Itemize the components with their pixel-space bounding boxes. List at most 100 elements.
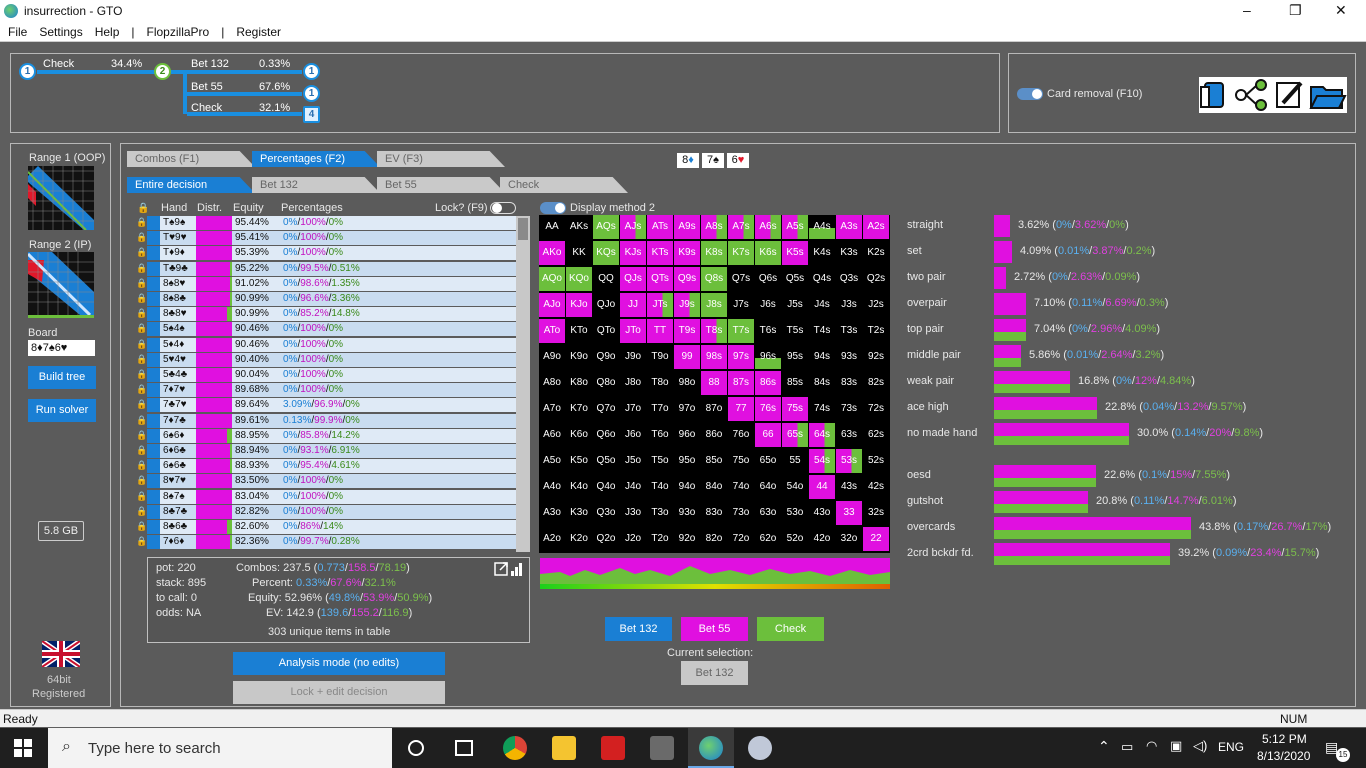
matrix-cell-86o[interactable]: 86o: [701, 423, 727, 447]
matrix-cell-52s[interactable]: 52s: [863, 449, 889, 473]
matrix-cell-JTo[interactable]: JTo: [620, 319, 646, 343]
matrix-cell-AA[interactable]: AA: [539, 215, 565, 239]
matrix-cell-T6s[interactable]: T6s: [755, 319, 781, 343]
row-lock-icon[interactable]: 🔒: [136, 399, 147, 410]
tab-bet55[interactable]: Bet 55: [377, 177, 505, 193]
matrix-cell-T7s[interactable]: T7s: [728, 319, 754, 343]
matrix-cell-Q3o[interactable]: Q3o: [593, 501, 619, 525]
chart-icon[interactable]: [511, 563, 522, 576]
matrix-cell-KQs[interactable]: KQs: [593, 241, 619, 265]
taskbar-search[interactable]: ⌕ Type here to search: [48, 728, 392, 768]
matrix-cell-97o[interactable]: 97o: [674, 397, 700, 421]
matrix-cell-J3o[interactable]: J3o: [620, 501, 646, 525]
table-row[interactable]: 🔒 8♠7♠ 83.04% 0%/100%/0%: [134, 489, 516, 504]
row-lock-icon[interactable]: 🔒: [136, 445, 147, 456]
matrix-cell-97s[interactable]: 97s: [728, 345, 754, 369]
scrollbar-thumb[interactable]: [518, 218, 528, 240]
matrix-cell-32o[interactable]: 32o: [836, 527, 862, 551]
matrix-cell-87s[interactable]: 87s: [728, 371, 754, 395]
table-row[interactable]: 🔒 5♦4♦ 90.46% 0%/100%/0%: [134, 337, 516, 352]
table-row[interactable]: 🔒 T♣9♣ 95.22% 0%/99.5%/0.51%: [134, 261, 516, 276]
menu-help[interactable]: Help: [95, 25, 120, 39]
tab-combos[interactable]: Combos (F1): [127, 151, 255, 167]
matrix-cell-J2o[interactable]: J2o: [620, 527, 646, 551]
matrix-cell-96s[interactable]: 96s: [755, 345, 781, 369]
matrix-cell-QJs[interactable]: QJs: [620, 267, 646, 291]
matrix-cell-T8o[interactable]: T8o: [647, 371, 673, 395]
matrix-cell-A8o[interactable]: A8o: [539, 371, 565, 395]
matrix-cell-65o[interactable]: 65o: [755, 449, 781, 473]
matrix-cell-64o[interactable]: 64o: [755, 475, 781, 499]
matrix-cell-98s[interactable]: 98s: [701, 345, 727, 369]
build-tree-button[interactable]: Build tree: [28, 366, 96, 389]
matrix-cell-K4o[interactable]: K4o: [566, 475, 592, 499]
matrix-cell-T4s[interactable]: T4s: [809, 319, 835, 343]
calculator-icon[interactable]: [650, 736, 674, 760]
legend-check-button[interactable]: Check: [757, 617, 824, 641]
matrix-cell-A3s[interactable]: A3s: [836, 215, 862, 239]
chrome-icon[interactable]: [503, 736, 527, 760]
matrix-cell-J7s[interactable]: J7s: [728, 293, 754, 317]
matrix-cell-Q8o[interactable]: Q8o: [593, 371, 619, 395]
matrix-cell-32s[interactable]: 32s: [863, 501, 889, 525]
matrix-cell-54o[interactable]: 54o: [782, 475, 808, 499]
matrix-cell-44[interactable]: 44: [809, 475, 835, 499]
volume-icon[interactable]: ◁): [1193, 738, 1207, 754]
matrix-cell-75s[interactable]: 75s: [782, 397, 808, 421]
matrix-cell-J8o[interactable]: J8o: [620, 371, 646, 395]
tab-check[interactable]: Check: [500, 177, 628, 193]
tab-bet132[interactable]: Bet 132: [252, 177, 380, 193]
matrix-cell-T3o[interactable]: T3o: [647, 501, 673, 525]
matrix-cell-A9s[interactable]: A9s: [674, 215, 700, 239]
matrix-cell-QTo[interactable]: QTo: [593, 319, 619, 343]
matrix-cell-JJ[interactable]: JJ: [620, 293, 646, 317]
board-input[interactable]: 8♦7♠6♥: [28, 340, 95, 356]
table-row[interactable]: 🔒 8♣8♥ 90.99% 0%/85.2%/14.8%: [134, 307, 516, 322]
matrix-cell-72o[interactable]: 72o: [728, 527, 754, 551]
table-row[interactable]: 🔒 5♥4♥ 90.40% 0%/100%/0%: [134, 352, 516, 367]
gto-taskbar-item[interactable]: [688, 728, 734, 768]
row-lock-icon[interactable]: 🔒: [136, 415, 147, 426]
matrix-cell-43o[interactable]: 43o: [809, 501, 835, 525]
matrix-cell-KQo[interactable]: KQo: [566, 267, 592, 291]
tab-percentages[interactable]: Percentages (F2): [252, 151, 380, 167]
row-lock-icon[interactable]: 🔒: [136, 491, 147, 502]
matrix-cell-42o[interactable]: 42o: [809, 527, 835, 551]
table-row[interactable]: 🔒 8♣7♣ 82.82% 0%/100%/0%: [134, 504, 516, 519]
matrix-cell-KJs[interactable]: KJs: [620, 241, 646, 265]
uk-flag-icon[interactable]: [40, 638, 82, 670]
matrix-cell-T2s[interactable]: T2s: [863, 319, 889, 343]
table-row[interactable]: 🔒 6♠6♣ 88.93% 0%/95.4%/4.61%: [134, 459, 516, 474]
current-selection-value[interactable]: Bet 132: [681, 661, 748, 685]
matrix-cell-T4o[interactable]: T4o: [647, 475, 673, 499]
matrix-cell-64s[interactable]: 64s: [809, 423, 835, 447]
matrix-cell-76o[interactable]: 76o: [728, 423, 754, 447]
menu-flopzillapro[interactable]: FlopzillaPro: [147, 25, 210, 39]
matrix-cell-92o[interactable]: 92o: [674, 527, 700, 551]
matrix-cell-QJo[interactable]: QJo: [593, 293, 619, 317]
matrix-cell-J8s[interactable]: J8s: [701, 293, 727, 317]
table-row[interactable]: 🔒 T♠9♠ 95.44% 0%/100%/0%: [134, 216, 516, 230]
row-lock-icon[interactable]: 🔒: [136, 369, 147, 380]
row-lock-icon[interactable]: 🔒: [136, 247, 147, 258]
matrix-cell-76s[interactable]: 76s: [755, 397, 781, 421]
matrix-cell-Q2s[interactable]: Q2s: [863, 267, 889, 291]
matrix-cell-QTs[interactable]: QTs: [647, 267, 673, 291]
matrix-cell-J4o[interactable]: J4o: [620, 475, 646, 499]
tray-chevron-icon[interactable]: ⌃: [1098, 738, 1110, 755]
matrix-cell-54s[interactable]: 54s: [809, 449, 835, 473]
matrix-cell-74s[interactable]: 74s: [809, 397, 835, 421]
matrix-cell-A4o[interactable]: A4o: [539, 475, 565, 499]
matrix-cell-Q5s[interactable]: Q5s: [782, 267, 808, 291]
matrix-cell-Q8s[interactable]: Q8s: [701, 267, 727, 291]
clock-time[interactable]: 5:12 PM: [1262, 732, 1307, 746]
matrix-cell-AJo[interactable]: AJo: [539, 293, 565, 317]
matrix-cell-A7o[interactable]: A7o: [539, 397, 565, 421]
matrix-cell-KTs[interactable]: KTs: [647, 241, 673, 265]
table-row[interactable]: 🔒 8♠8♥ 91.02% 0%/98.6%/1.35%: [134, 276, 516, 291]
matrix-cell-Q4o[interactable]: Q4o: [593, 475, 619, 499]
analysis-mode-button[interactable]: Analysis mode (no edits): [233, 652, 445, 675]
matrix-cell-66[interactable]: 66: [755, 423, 781, 447]
matrix-cell-K4s[interactable]: K4s: [809, 241, 835, 265]
row-lock-icon[interactable]: 🔒: [136, 430, 147, 441]
